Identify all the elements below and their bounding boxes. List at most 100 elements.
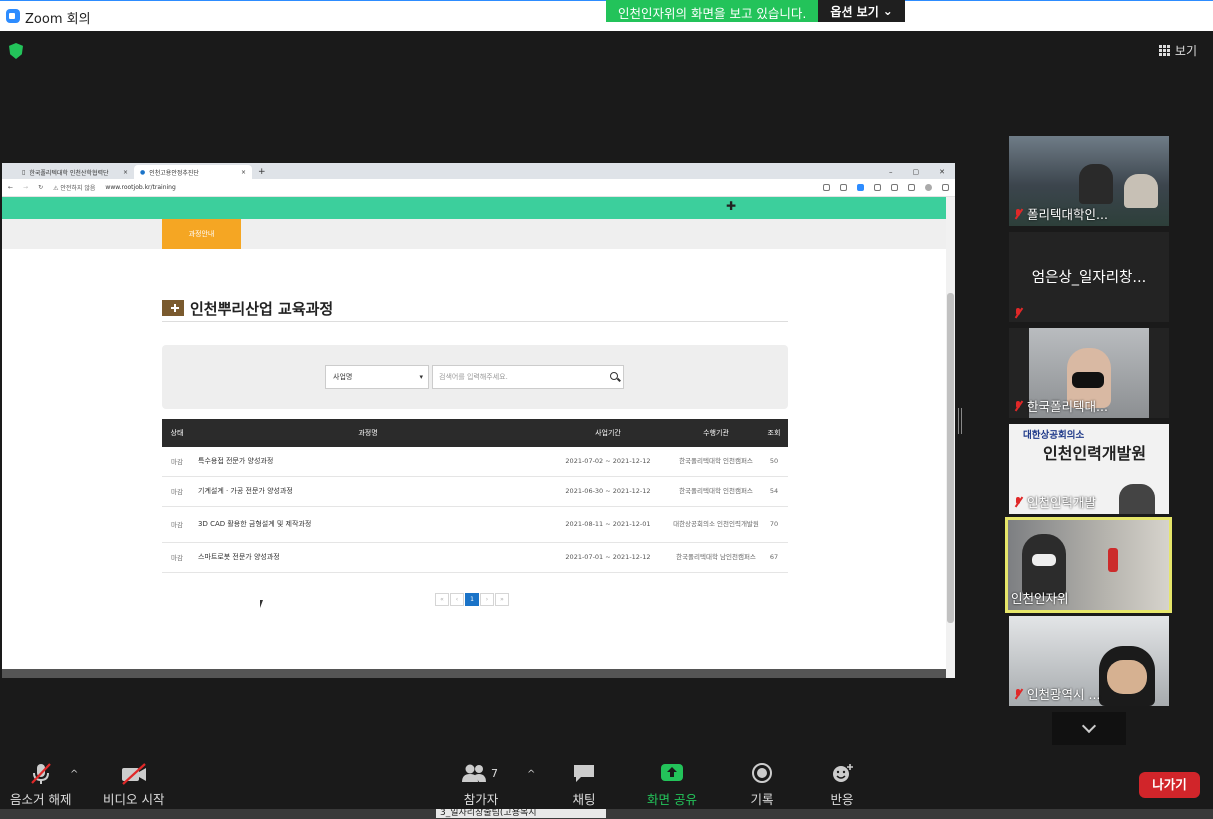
table-row[interactable]: 마감 특수용접 전문가 양성과정 2021-07-02 ~ 2021-12-12… [162, 447, 788, 477]
face-mask [1032, 554, 1056, 566]
person-silhouette [1119, 484, 1155, 514]
top-nav-bar: ✚ [2, 197, 946, 219]
row-views: 54 [760, 476, 788, 507]
warning-icon[interactable]: ⚠ 안전하지 않음 [53, 183, 95, 192]
favorite-icon[interactable] [840, 184, 847, 191]
view-layout-button[interactable]: 보기 [1158, 42, 1197, 59]
read-aloud-icon[interactable] [823, 184, 830, 191]
os-taskbar: 3_일자리창출팀(고용복지 [0, 809, 1213, 819]
row-course-link[interactable]: 기계설계 · 가공 전문가 양성과정 [192, 476, 544, 507]
participant-tile[interactable]: 엄은상_일자리창... [1009, 232, 1169, 322]
record-button[interactable]: 기록 [750, 763, 774, 808]
plus-badge-icon [162, 300, 184, 316]
header-status: 상태 [162, 419, 192, 447]
split-resize-handle[interactable] [958, 408, 962, 434]
page-scrollbar[interactable] [946, 197, 955, 678]
plus-cursor-icon: ✚ [726, 199, 737, 213]
participant-tile[interactable]: 인천광역시 ... [1009, 616, 1169, 706]
participant-tile[interactable]: 한국폴리텍대... [1009, 328, 1169, 418]
face-mask [1072, 372, 1104, 388]
audio-options-caret-icon[interactable]: ^ [70, 769, 78, 780]
meeting-toolbar: 음소거 해제 ^ 비디오 시작 7 참가자 ^ 채팅 화면 공유 기록 반응 [0, 755, 1213, 809]
participant-name-label: 인천광역시 ... [1027, 687, 1101, 702]
encryption-shield-icon[interactable] [9, 43, 23, 59]
close-icon[interactable]: ✕ [939, 165, 945, 179]
row-agency: 대한상공회의소 인천인력개발원 [672, 506, 760, 543]
refresh-icon[interactable]: ↻ [38, 184, 43, 191]
participants-options-caret-icon[interactable]: ^ [527, 769, 535, 780]
record-icon [750, 763, 774, 783]
participant-tile[interactable]: 대한상공회의소 인천인력개발원 인천인력개발 [1009, 424, 1169, 514]
start-video-label: 비디오 시작 [103, 792, 165, 807]
participant-name-label: 인천인력개발 [1027, 495, 1097, 510]
taskbar-item[interactable]: 3_일자리창출팀(고용복지 [436, 809, 606, 818]
header-name: 과정명 [192, 419, 544, 447]
new-tab-icon[interactable]: + [252, 165, 272, 179]
table-row[interactable]: 마감 스마트로봇 전문가 양성과정 2021-07-01 ~ 2021-12-1… [162, 542, 788, 573]
search-category-value: 사업명 [333, 373, 353, 381]
share-screen-button[interactable]: 화면 공유 [647, 763, 697, 808]
unmute-button[interactable]: 음소거 해제 [10, 763, 71, 808]
favorites-icon[interactable] [891, 184, 898, 191]
participant-name: 인천광역시 ... [1013, 684, 1100, 703]
row-course-link[interactable]: 3D CAD 활용한 금형설계 및 제작과정 [192, 506, 544, 543]
participants-scroll-down-button[interactable] [1052, 712, 1126, 745]
chat-label: 채팅 [572, 792, 596, 807]
share-banner-message: 인천인자위의 화면을 보고 있습니다. [606, 0, 819, 22]
refresh-ext-icon[interactable] [874, 184, 881, 191]
url-field[interactable]: www.rootjob.kr/training [105, 184, 175, 191]
search-category-select[interactable]: 사업명 ▾ [325, 365, 429, 389]
browser-tab-2-label: 인천고용안정추진단 [149, 169, 199, 177]
row-agency: 한국폴리텍대학 남인천캠퍼스 [672, 542, 760, 573]
participant-tile[interactable]: 폴리텍대학인... [1009, 136, 1169, 226]
row-status: 마감 [162, 542, 192, 573]
browser-tab-2[interactable]: ● 인천고용안정추진단 × [134, 165, 252, 179]
view-options-button[interactable]: 옵션 보기 ⌄ [818, 0, 905, 22]
reactions-button[interactable]: 반응 [830, 763, 854, 808]
extension-icon[interactable] [857, 184, 864, 191]
participant-name [1013, 307, 1023, 319]
row-period: 2021-08-11 ~ 2021-12-01 [544, 506, 672, 543]
row-course-link[interactable]: 스마트로봇 전문가 양성과정 [192, 542, 544, 573]
collections-icon[interactable] [908, 184, 915, 191]
back-icon[interactable]: ← [8, 184, 13, 191]
search-icon[interactable] [610, 372, 618, 380]
browser-tab-1[interactable]: ▯ 한국폴리텍대학 인천산학협력단 × [16, 165, 134, 179]
subnav-course-info[interactable]: 과정안내 [162, 219, 241, 249]
last-page-button[interactable]: » [495, 593, 509, 606]
minimize-icon[interactable]: – [889, 165, 893, 179]
reactions-icon [830, 763, 854, 783]
mic-muted-icon [1013, 496, 1023, 508]
share-screen-icon [660, 763, 684, 783]
leave-meeting-button[interactable]: 나가기 [1139, 772, 1200, 798]
video-off-icon [120, 763, 148, 785]
prev-page-button[interactable]: ‹ [450, 593, 464, 606]
forward-icon[interactable]: → [23, 184, 28, 191]
row-course-link[interactable]: 특수용접 전문가 양성과정 [192, 447, 544, 477]
mic-muted-icon [1013, 688, 1023, 700]
browser-tools [823, 184, 949, 191]
participants-button[interactable]: 7 참가자 [461, 763, 501, 808]
address-bar: ← → ↻ ⚠ 안전하지 않음 www.rootjob.kr/training [2, 179, 955, 197]
table-row[interactable]: 마감 3D CAD 활용한 금형설계 및 제작과정 2021-08-11 ~ 2… [162, 506, 788, 543]
section-title: 인천뿌리산업 교육과정 [162, 295, 788, 322]
scrollbar-thumb[interactable] [947, 293, 954, 623]
page-number-button[interactable]: 1 [465, 593, 479, 606]
browser-tab-strip: ▯ 한국폴리텍대학 인천산학협력단 × ● 인천고용안정추진단 × + – ▢ … [2, 163, 955, 179]
profile-icon[interactable] [925, 184, 932, 191]
participant-tile-active[interactable]: 인천인자위 [1005, 517, 1172, 613]
next-page-button[interactable]: › [480, 593, 494, 606]
reactions-label: 반응 [830, 792, 854, 807]
more-icon[interactable] [942, 184, 949, 191]
start-video-button[interactable]: 비디오 시작 [103, 763, 164, 808]
close-tab-icon[interactable]: × [123, 169, 128, 176]
search-input[interactable]: 검색어를 입력해주세요. [432, 365, 624, 389]
first-page-button[interactable]: « [435, 593, 449, 606]
mic-muted-icon [1013, 208, 1023, 220]
maximize-icon[interactable]: ▢ [913, 165, 920, 179]
browser-tab-1-label: 한국폴리텍대학 인천산학협력단 [29, 169, 109, 177]
table-row[interactable]: 마감 기계설계 · 가공 전문가 양성과정 2021-06-30 ~ 2021-… [162, 476, 788, 507]
chat-button[interactable]: 채팅 [572, 763, 596, 808]
close-tab-icon[interactable]: × [241, 169, 246, 176]
share-screen-label: 화면 공유 [647, 792, 697, 807]
